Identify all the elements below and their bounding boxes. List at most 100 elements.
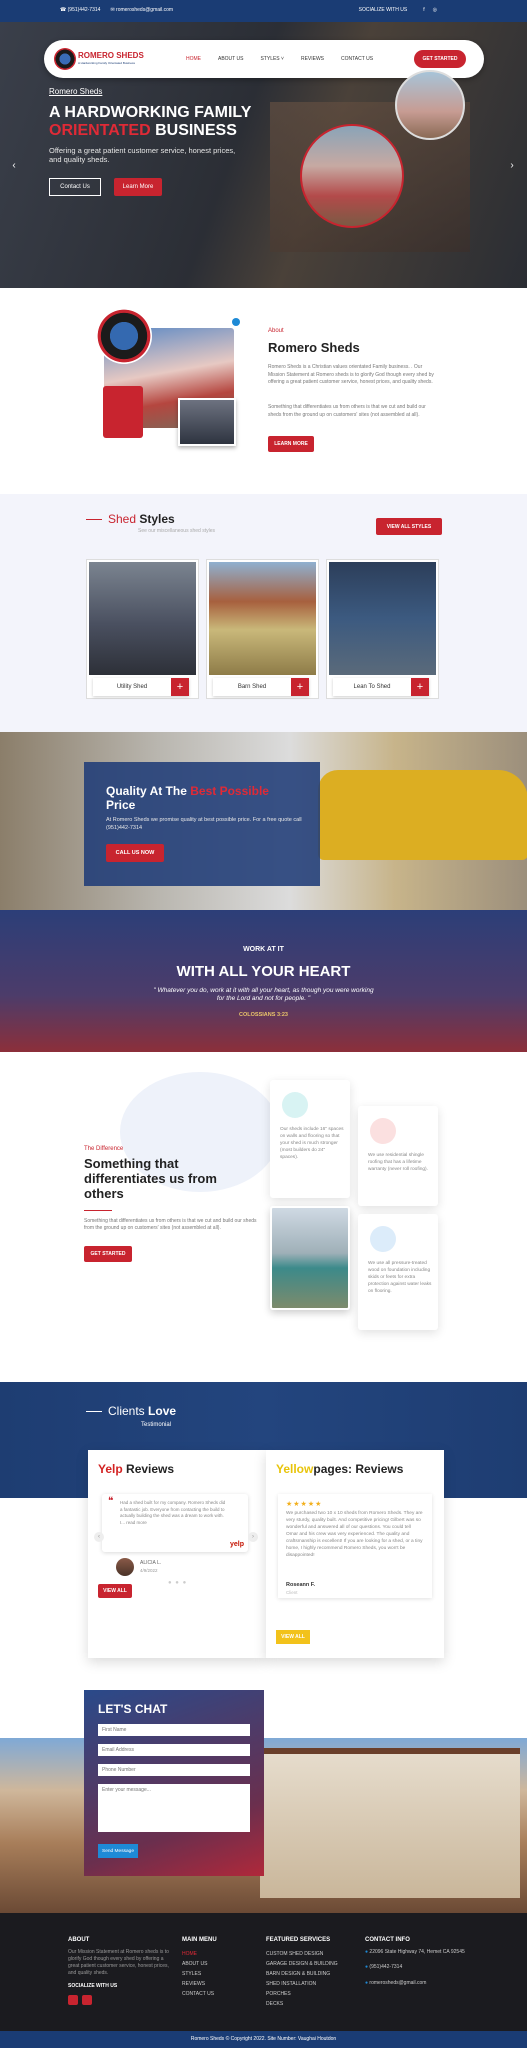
logo-text[interactable]: ROMERO SHEDS [78,51,144,60]
yellowpages-review-text: We purchased two 10 x 10 sheds from Rome… [286,1511,423,1558]
first-name-input[interactable] [98,1724,250,1736]
quality-text: At Romero Sheds we promise quality at be… [106,817,302,831]
nav-contact[interactable]: CONTACT US [341,56,373,62]
footer-menu: MAIN MENU HOME ABOUT US STYLES REVIEWS C… [182,1935,217,1999]
footer-link-contact[interactable]: CONTACT US [182,1989,217,1999]
quality-title-b: Price [106,798,136,812]
footer-link-home[interactable]: HOME [182,1949,217,1959]
prev-slide-icon[interactable]: ‹ [8,160,20,172]
footer-facebook-icon[interactable] [68,1995,78,2005]
foundation-icon [370,1226,396,1252]
barn-shed-image [209,562,316,675]
utility-shed-image [89,562,196,675]
footer-service-item[interactable]: CUSTOM SHED DESIGN [266,1949,338,1959]
style-card-bar: Lean To Shed + [333,678,429,696]
view-all-styles-button[interactable]: VIEW ALL STYLES [376,518,442,535]
quote-icon: ❝ [108,1496,114,1507]
quality-section: Quality At The Best Possible Price At Rom… [0,732,527,910]
instagram-icon[interactable]: ◎ [433,7,437,13]
email-text: romerosheds@gmail.com [116,7,174,13]
footer-link-styles[interactable]: STYLES [182,1969,217,1979]
facebook-icon[interactable]: f [423,7,424,13]
difference-section: The Difference Something that differenti… [0,1052,527,1382]
get-started-button[interactable]: GET STARTED [414,50,466,68]
style-card-label: Barn Shed [237,684,267,690]
hero-kicker[interactable]: Romero Sheds [49,87,102,96]
shed-wall-image [260,1748,520,1898]
footer-address: 22096 State Highway 74, Hemet CA 92545 [369,1949,465,1955]
yelp-prev-icon[interactable]: ‹ [94,1532,104,1542]
verse-kicker: WORK AT IT [243,946,284,953]
roof-icon [370,1118,396,1144]
footer-about: ABOUT Our Mission Statement at Romero sh… [68,1935,172,2009]
phone-link[interactable]: ☎ (951)442-7314 [60,7,100,13]
feature-walls-text: Our sheds include 16" spaces on walls an… [280,1127,344,1160]
footer-service-item[interactable]: BARN DESIGN & BUILDING [266,1969,338,1979]
contact-us-button[interactable]: Contact Us [49,178,101,196]
style-card-bar: Barn Shed + [213,678,309,696]
clients-subtitle: Testimonial [141,1422,172,1428]
top-bar: ☎ (951)442-7314 ✉ romerosheds@gmail.com … [0,0,527,22]
about-paragraph-2: Something that differentiates us from ot… [268,404,426,418]
verse-quote: " Whatever you do, work at it with all y… [153,987,374,1002]
yelp-next-icon[interactable]: › [248,1532,258,1542]
yellowpages-view-all-button[interactable]: VIEW ALL [276,1630,310,1644]
style-card-lean-to[interactable]: Lean To Shed + [326,559,439,699]
yellowpages-title-yellow: Yellow [276,1462,314,1476]
phone-input[interactable] [98,1764,250,1776]
footer-service-item[interactable]: DECKS [266,1999,338,2009]
difference-get-started-button[interactable]: GET STARTED [84,1246,132,1262]
yellowpages-reviewer-name: Roseann F. [286,1582,316,1588]
decor-dot [232,318,240,326]
styles-title-thin: Shed [108,512,137,526]
email-link[interactable]: ✉ romerosheds@gmail.com [110,7,173,13]
footer-service-item[interactable]: PORCHES [266,1989,338,1999]
hero-title-line2: BUSINESS [155,122,237,139]
quality-title-a: Quality At The [106,784,187,798]
plus-icon[interactable]: + [171,678,189,696]
style-card-label: Utility Shed [116,684,148,690]
send-message-button[interactable]: Send Message [98,1844,138,1858]
footer-service-item[interactable]: GARAGE DESIGN & BUILDING [266,1959,338,1969]
clients-title-bold: Love [148,1404,177,1418]
next-slide-icon[interactable]: › [506,160,518,172]
difference-text: Something that differentiates us from ot… [84,1218,257,1231]
email-input[interactable] [98,1744,250,1756]
yelp-view-all-button[interactable]: VIEW ALL [98,1584,132,1598]
footer-contact-heading: CONTACT INFO [365,1937,410,1943]
footer-services: FEATURED SERVICES CUSTOM SHED DESIGN GAR… [266,1935,338,2009]
review-date: 4/9/2022 [140,1568,158,1573]
yellowpages-title: Yellowpages: Reviews [276,1462,403,1476]
nav-styles[interactable]: STYLES ˅ [260,56,283,62]
footer-services-heading: FEATURED SERVICES [266,1937,331,1943]
footer-instagram-icon[interactable] [82,1995,92,2005]
plus-icon[interactable]: + [411,678,429,696]
about-red-accent [103,386,143,438]
feature-roofing-text: We use residential shingle roofing that … [368,1153,428,1172]
call-us-now-button[interactable]: CALL US NOW [106,844,164,862]
about-label: About [268,328,284,334]
footer-email[interactable]: romerosheds@gmail.com [369,1980,426,1986]
style-card-barn[interactable]: Barn Shed + [206,559,319,699]
footer-social-label: SOCIALIZE WITH US [68,1983,118,1989]
hero-circle-image-small [395,70,465,140]
learn-more-button[interactable]: Learn More [114,178,162,196]
styles-subtitle: See our miscellaneous shed styles [138,528,215,534]
about-learn-more-button[interactable]: LEARN MORE [268,436,314,452]
footer-link-reviews[interactable]: REVIEWS [182,1979,217,1989]
footer-link-about[interactable]: ABOUT US [182,1959,217,1969]
message-textarea[interactable] [98,1784,250,1832]
footer-phone[interactable]: (951)442-7314 [369,1964,402,1970]
clients-dash [86,1411,102,1412]
clients-title: Clients Love [108,1404,176,1418]
plus-icon[interactable]: + [291,678,309,696]
copyright-bar: Romero Sheds © Copyright 2022. Site Numb… [0,2031,527,2048]
list-icon [282,1092,308,1118]
carousel-dots[interactable]: ● ● ● [168,1580,187,1586]
style-card-utility[interactable]: Utility Shed + [86,559,199,699]
logo-icon[interactable] [54,48,76,70]
footer-service-item[interactable]: SHED INSTALLATION [266,1979,338,1989]
nav-home[interactable]: HOME [186,56,201,62]
nav-reviews[interactable]: REVIEWS [301,56,324,62]
nav-about[interactable]: ABOUT US [218,56,243,62]
